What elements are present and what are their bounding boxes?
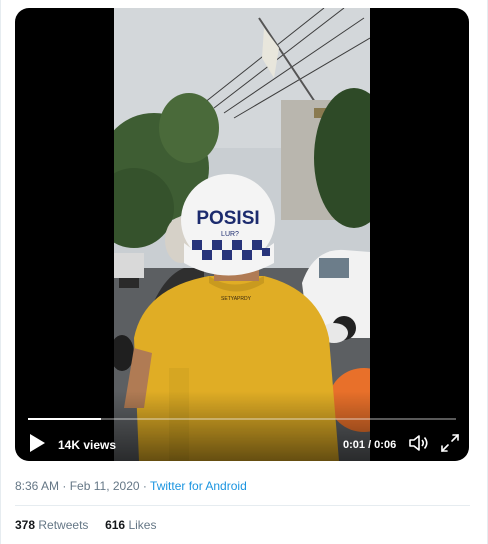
tweet-metadata: 8:36 AM · Feb 11, 2020 · Twitter for And… — [15, 479, 247, 493]
meta-separator: · — [142, 479, 147, 493]
likes-stat[interactable]: 616 Likes — [105, 518, 156, 532]
volume-icon — [409, 435, 428, 451]
view-count: 14K views — [58, 438, 117, 452]
tweet-date[interactable]: Feb 11, 2020 — [70, 479, 140, 493]
play-icon — [30, 434, 45, 452]
progress-fill — [28, 418, 101, 420]
video-player[interactable]: POSISI LUR? SETYAPRDY 14K views 0:01 / 0… — [15, 8, 469, 461]
meta-separator: · — [62, 479, 67, 493]
progress-bar[interactable] — [28, 418, 456, 420]
fullscreen-button[interactable] — [440, 433, 460, 453]
tweet-stats: 378 Retweets 616 Likes — [15, 518, 156, 532]
tweet-time[interactable]: 8:36 AM — [15, 479, 59, 493]
time-display: 0:01 / 0:06 — [343, 439, 397, 451]
tweet-source-link[interactable]: Twitter for Android — [150, 479, 247, 493]
shirt-print: SETYAPRDY — [221, 296, 252, 302]
helmet-subtext: LUR? — [221, 231, 239, 238]
likes-label: Likes — [128, 518, 157, 532]
fullscreen-icon — [441, 434, 459, 452]
retweets-count: 378 — [15, 518, 36, 532]
helmet-text: POSISI — [196, 208, 259, 229]
play-button[interactable] — [28, 433, 46, 453]
likes-count: 616 — [105, 518, 126, 532]
divider — [15, 505, 470, 506]
retweets-label: Retweets — [38, 518, 89, 532]
retweets-stat[interactable]: 378 Retweets — [15, 518, 88, 532]
volume-button[interactable] — [408, 433, 430, 453]
